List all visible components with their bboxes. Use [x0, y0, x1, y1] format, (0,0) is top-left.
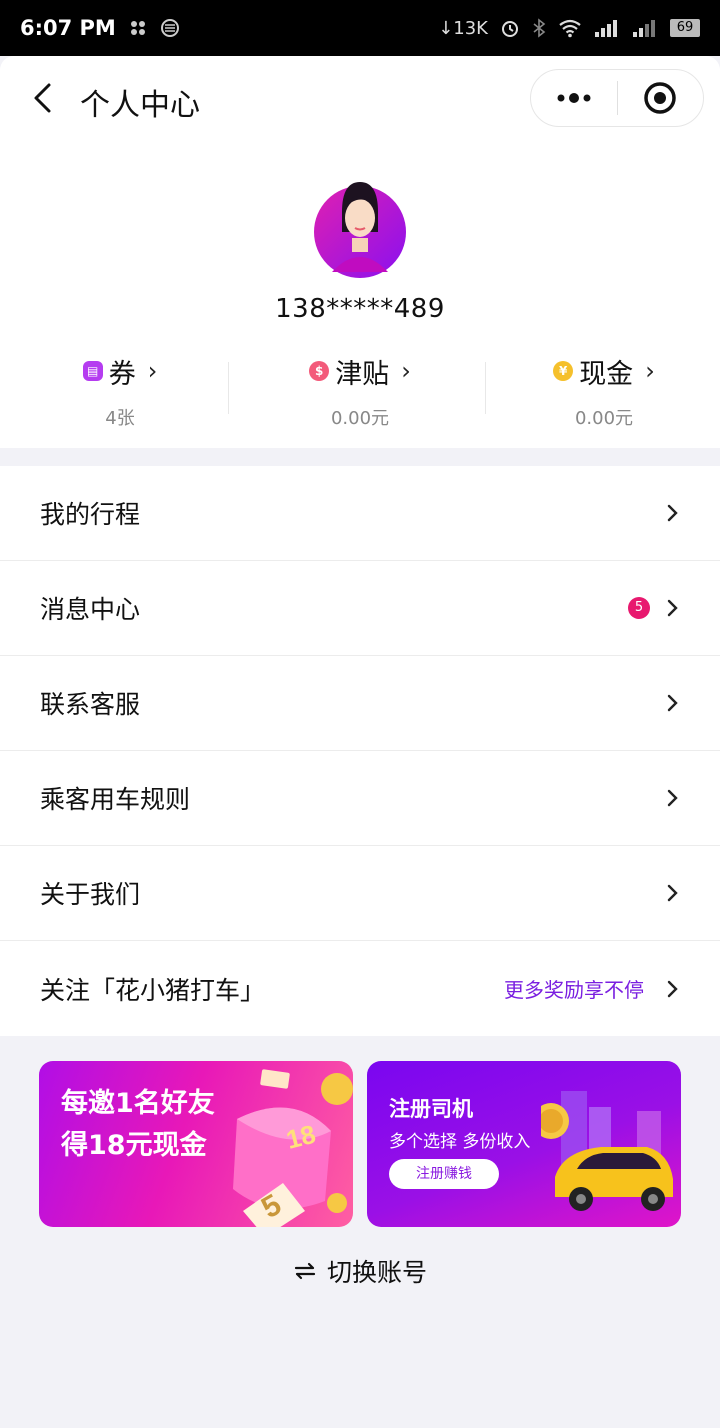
status-time: 6:07 PM	[20, 16, 116, 40]
carrier-icon	[130, 21, 145, 35]
chevron-right-icon	[667, 884, 678, 902]
stat-allowance-label: 津贴	[335, 358, 390, 390]
city-car-illustration-icon	[541, 1091, 673, 1211]
user-phone: 138*****489	[275, 294, 445, 324]
user-avatar-icon	[314, 182, 406, 278]
chevron-right-icon: ›	[401, 357, 411, 385]
menu-item-messages[interactable]: 消息中心 5	[0, 561, 720, 656]
menu-item-rules[interactable]: 乘客用车规则	[0, 751, 720, 846]
invite-line-2: 得18元现金	[61, 1130, 207, 1161]
bluetooth-icon	[533, 18, 546, 38]
follow-promo-text: 更多奖励享不停	[504, 978, 644, 1002]
cash-icon: ¥	[553, 361, 574, 381]
network-speed-value: 13K	[453, 17, 488, 39]
stat-cash[interactable]: ¥ 现金 › 0.00元	[484, 352, 720, 430]
stat-coupon[interactable]: ▤ 券 › 4张	[0, 352, 240, 430]
close-mini-program-button[interactable]	[618, 70, 704, 126]
menu-item-label: 关注「花小猪打车」	[40, 975, 266, 1005]
chevron-right-icon	[667, 980, 678, 997]
switch-account-button[interactable]: 切换账号	[0, 1251, 720, 1291]
menu-item-label: 关于我们	[40, 880, 141, 909]
invite-line-1: 每邀1名好友	[61, 1088, 215, 1119]
mini-program-capsule	[530, 69, 704, 127]
sync-icon	[160, 19, 179, 37]
menu-item-label: 联系客服	[40, 690, 141, 719]
more-dots-icon	[557, 93, 591, 103]
swap-arrows-icon	[294, 1262, 316, 1280]
unread-badge: 5	[628, 597, 650, 619]
invite-friends-banner[interactable]: 每邀1名好友 得18元现金 18 5	[39, 1061, 353, 1227]
menu-item-customer-service[interactable]: 联系客服	[0, 656, 720, 751]
page-title: 个人中心	[80, 88, 200, 123]
status-bar: 6:07 PM ↓13K 69	[0, 0, 720, 56]
chevron-right-icon: ›	[645, 357, 655, 385]
chevron-right-icon	[667, 789, 678, 807]
menu-item-about[interactable]: 关于我们	[0, 846, 720, 941]
back-button[interactable]	[24, 76, 60, 120]
register-driver-banner[interactable]: 注册司机 多个选择 多份收入 注册赚钱	[367, 1061, 681, 1227]
red-envelope-icon: 18 5	[233, 1069, 353, 1227]
driver-banner-subtitle: 多个选择 多份收入	[389, 1132, 531, 1152]
menu-list: 我的行程 消息中心 5 联系客服 乘客用车规则 关于我们 关注「花小猪打车」 更…	[0, 466, 720, 1036]
stat-coupon-value: 4张	[105, 408, 135, 429]
coupon-icon: ▤	[82, 361, 103, 381]
register-earn-button[interactable]: 注册赚钱	[389, 1159, 499, 1189]
alarm-icon	[502, 21, 518, 37]
stat-coupon-label: 券	[108, 358, 136, 390]
menu-item-trips[interactable]: 我的行程	[0, 466, 720, 561]
stat-allowance[interactable]: $ 津贴 › 0.00元	[240, 352, 480, 430]
chevron-right-icon	[667, 504, 678, 522]
menu-item-label: 乘客用车规则	[40, 785, 191, 814]
allowance-icon: $	[309, 361, 330, 381]
chevron-right-icon: ›	[147, 357, 158, 385]
invite-banner-text: 每邀1名好友 得18元现金	[61, 1083, 215, 1167]
target-close-icon	[644, 82, 676, 114]
stat-divider	[228, 362, 229, 414]
menu-item-label: 我的行程	[40, 500, 141, 529]
app-page: 个人中心 138*****489 ▤ 券 › 4张 $ 津贴 › 0.00元 ¥…	[0, 56, 720, 1428]
network-speed: ↓13K	[438, 17, 488, 39]
nav-bar: 个人中心	[0, 56, 720, 144]
driver-banner-title: 注册司机	[389, 1097, 473, 1121]
stat-cash-value: 0.00元	[574, 408, 634, 429]
wifi-icon	[559, 19, 581, 38]
chevron-left-icon	[34, 83, 51, 113]
more-button[interactable]	[531, 70, 617, 126]
chevron-right-icon	[667, 599, 678, 617]
switch-account-label: 切换账号	[326, 1258, 427, 1287]
signal-icon	[595, 20, 617, 37]
signal-2-icon	[633, 20, 655, 37]
menu-item-follow[interactable]: 关注「花小猪打车」 更多奖励享不停	[0, 941, 720, 1036]
chevron-right-icon	[667, 694, 678, 712]
profile-section: 138*****489 ▤ 券 › 4张 $ 津贴 › 0.00元 ¥ 现金 ›	[0, 144, 720, 448]
menu-item-label: 消息中心	[40, 595, 141, 624]
stat-allowance-value: 0.00元	[330, 408, 390, 429]
stat-cash-label: 现金	[579, 358, 634, 390]
battery-indicator: 69	[670, 19, 700, 37]
avatar[interactable]	[312, 172, 408, 284]
